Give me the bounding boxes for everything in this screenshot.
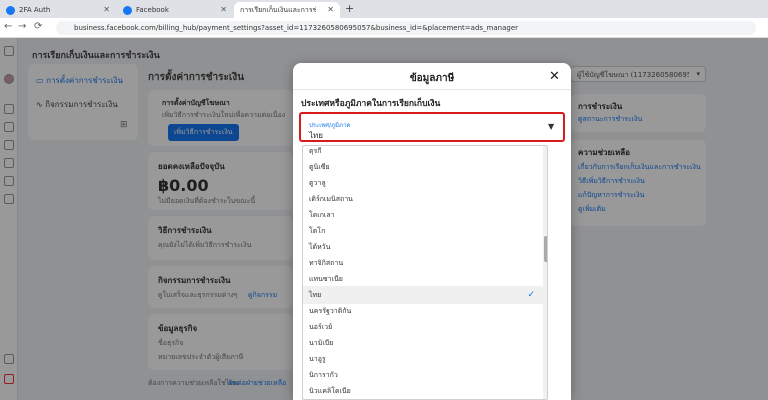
dialog-title: ข้อมูลภาษี (409, 73, 455, 84)
country-option-label: นอร์เวย์ (309, 323, 333, 331)
country-option-label: โตโก (309, 227, 326, 235)
country-option-label: โตเกเลา (309, 211, 335, 219)
country-option-label: ไต้หวัน (309, 243, 331, 251)
country-option-label: ตุรกี (309, 147, 322, 155)
country-option-label: นามิเบีย (309, 339, 334, 347)
country-option-label: นิการากัว (309, 371, 338, 379)
tab-title: 2FA Auth (19, 6, 51, 14)
close-icon[interactable]: ✕ (103, 5, 110, 14)
browser-tab-bar: 2FA Auth ✕ Facebook ✕ การเรียกเก็บเงินแล… (0, 0, 768, 49)
dropdown-scrollbar[interactable] (543, 146, 547, 399)
facebook-icon (123, 5, 132, 15)
back-icon[interactable]: ← (4, 21, 12, 32)
country-option-label: นครรัฐวาติกัน (309, 307, 352, 315)
forward-icon[interactable]: → (18, 21, 26, 32)
country-field-value: ไทย (309, 131, 323, 140)
country-option-label: ไทย (309, 291, 322, 299)
country-option-label: เติร์กเมนิสถาน (309, 195, 353, 203)
country-option[interactable]: นิวแคลิโดเนีย (303, 382, 543, 399)
close-icon[interactable]: ✕ (549, 69, 560, 84)
tab-title: การเรียกเก็บเงินและการชำระเงิน (240, 5, 316, 14)
url-text: business.facebook.com/billing_hub/paymen… (74, 24, 519, 32)
country-option-label: ตูนิเซีย (309, 163, 330, 171)
close-icon[interactable]: ✕ (220, 5, 227, 14)
scrollbar-thumb[interactable] (544, 236, 547, 262)
close-icon[interactable]: ✕ (327, 5, 334, 14)
country-select[interactable]: ประเทศ/ภูมิภาค ไทย ▼ (299, 112, 565, 142)
country-option-label: นิวแคลิโดเนีย (309, 387, 351, 395)
reload-icon[interactable]: ⟳ (34, 21, 42, 32)
country-option-label: นาอูรู (309, 355, 326, 363)
tab-title: Facebook (136, 6, 169, 14)
caret-down-icon: ▼ (548, 122, 555, 131)
tab-facebook[interactable]: Facebook ✕ (117, 2, 233, 18)
tax-info-dialog: ข้อมูลภาษี ✕ ประเทศหรือภูมิภาคในการเรียก… (293, 63, 571, 400)
country-dropdown-list[interactable]: ตุรกีตูนิเซียตูวาลูเติร์กเมนิสถานโตเกเลา… (302, 145, 548, 400)
tab-2fa-auth[interactable]: 2FA Auth ✕ (0, 2, 116, 18)
billing-country-label: ประเทศหรือภูมิภาคในการเรียกเก็บเงิน (301, 99, 441, 109)
address-bar: ← → ⟳ business.facebook.com/billing_hub/… (0, 18, 768, 38)
url-input[interactable]: business.facebook.com/billing_hub/paymen… (56, 21, 756, 35)
divider (293, 89, 571, 90)
country-option-label: ทาจิกิสถาน (309, 259, 344, 267)
new-tab-button[interactable]: + (345, 2, 354, 15)
facebook-icon (6, 5, 15, 15)
country-option-label: แทนซาเนีย (309, 275, 343, 283)
tab-billing[interactable]: การเรียกเก็บเงินและการชำระเงิน ✕ (234, 2, 340, 49)
country-option-label: ตูวาลู (309, 179, 326, 187)
